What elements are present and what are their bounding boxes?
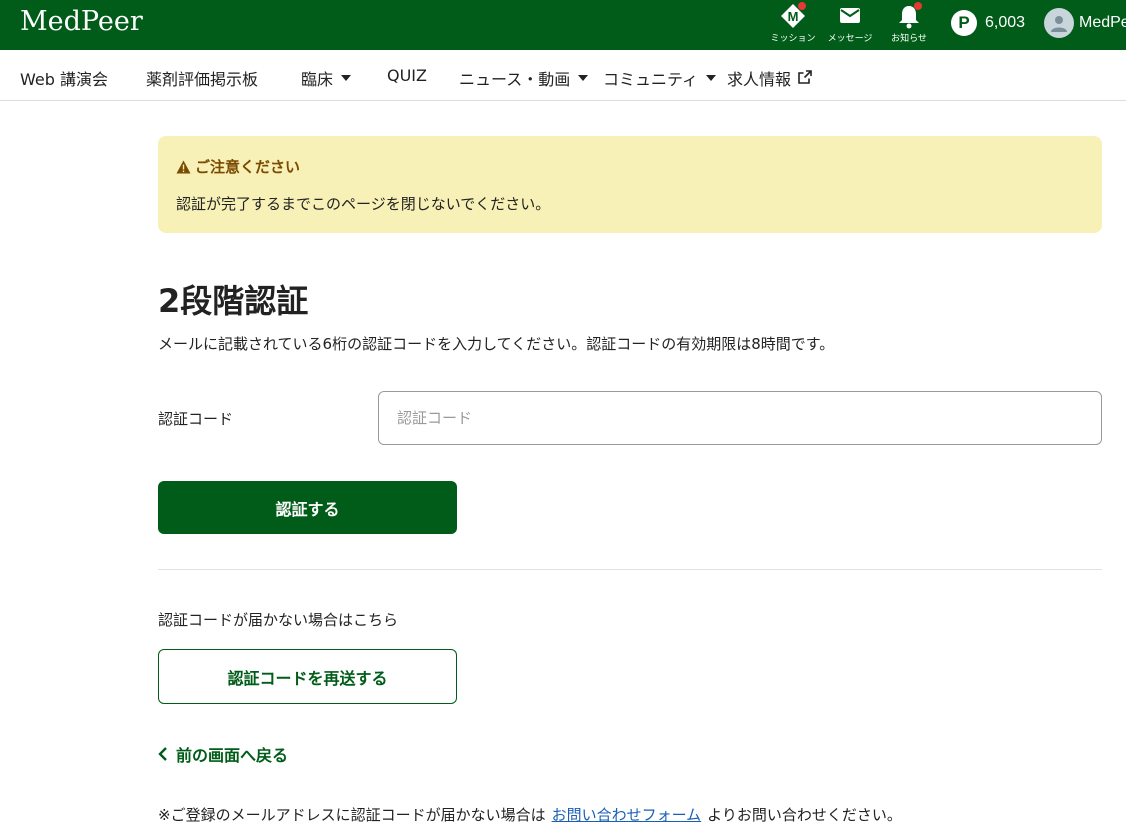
code-input[interactable] — [378, 391, 1102, 445]
contact-form-link[interactable]: お問い合わせフォーム — [552, 806, 702, 824]
caret-down-icon — [578, 75, 589, 81]
notice-body: 認証が完了するまでこのページを閉じないでください。 — [176, 195, 551, 213]
back-link-label: 前の画面へ戻る — [176, 746, 289, 765]
page-description: メールに記載されている6桁の認証コードを入力してください。認証コードの有効期限は… — [158, 335, 835, 353]
nav-item-clinical[interactable]: 臨床 — [301, 66, 352, 90]
mission-badge — [798, 2, 806, 10]
divider — [158, 569, 1102, 570]
nav-item-label: 求人情報 — [727, 70, 792, 89]
nav-item-news[interactable]: ニュース・動画 — [459, 66, 589, 90]
nav-item-jobs[interactable]: 求人情報 — [727, 66, 812, 90]
contact-note: ※ご登録のメールアドレスに認証コードが届かない場合は お問い合わせフォーム よりお問… — [158, 804, 902, 825]
points-display[interactable]: P 6,003 — [951, 10, 1025, 36]
nav-item-label: コミュニティ — [603, 70, 699, 89]
contact-note-suffix: よりお問い合わせください。 — [707, 806, 902, 824]
top-header: MedPeer M ミッション メッセージ お知らせ P 6,003 MedPe — [0, 0, 1126, 50]
message-label: メッセージ — [827, 34, 873, 44]
resend-note: 認証コードが届かない場合はこちら — [158, 611, 399, 629]
user-name: MedPeer — [1079, 14, 1126, 31]
notification-badge — [914, 2, 922, 10]
svg-text:M: M — [788, 9, 799, 24]
mission-label: ミッション — [770, 34, 816, 44]
chevron-left-icon — [158, 747, 167, 761]
notice-title: ご注意ください — [176, 156, 300, 177]
message-button[interactable]: メッセージ — [820, 3, 880, 44]
back-link[interactable]: 前の画面へ戻る — [158, 742, 288, 766]
caret-down-icon — [341, 75, 352, 81]
code-label: 認証コード — [158, 410, 234, 428]
points-value: 6,003 — [985, 14, 1026, 31]
nav-item-label: 臨床 — [301, 70, 334, 89]
contact-note-prefix: ※ご登録のメールアドレスに認証コードが届かない場合は — [158, 806, 546, 824]
nav-item-web-lecture[interactable]: Web 講演会 — [20, 66, 108, 90]
nav-item-drug-review[interactable]: 薬剤評価掲示板 — [146, 66, 258, 90]
verify-button[interactable]: 認証する — [158, 481, 457, 534]
mission-button[interactable]: M ミッション — [763, 2, 823, 44]
warning-notice: ご注意ください 認証が完了するまでこのページを閉じないでください。 — [158, 136, 1102, 233]
mail-icon — [837, 3, 863, 29]
nav-item-label: QUIZ — [387, 66, 427, 85]
caret-down-icon — [706, 75, 717, 81]
avatar — [1044, 8, 1074, 38]
bell-icon — [896, 2, 922, 29]
main-nav: Web 講演会 薬剤評価掲示板 臨床 QUIZ ニュース・動画 コミュニティ 求… — [0, 50, 1126, 101]
page-title: 2段階認証 — [158, 282, 309, 320]
notice-title-text: ご注意ください — [195, 158, 301, 176]
nav-item-label: 薬剤評価掲示板 — [146, 70, 259, 89]
user-menu[interactable]: MedPeer — [1044, 8, 1126, 38]
notification-button[interactable]: お知らせ — [879, 2, 939, 44]
nav-item-label: Web 講演会 — [20, 70, 108, 89]
nav-item-quiz[interactable]: QUIZ — [387, 66, 427, 85]
nav-item-community[interactable]: コミュニティ — [603, 66, 717, 90]
nav-item-label: ニュース・動画 — [459, 70, 571, 89]
mission-icon: M — [780, 2, 806, 29]
resend-button[interactable]: 認証コードを再送する — [158, 649, 457, 704]
logo[interactable]: MedPeer — [20, 6, 143, 37]
points-icon: P — [951, 10, 977, 36]
warning-icon — [176, 160, 191, 173]
external-link-icon — [798, 69, 812, 88]
notification-label: お知らせ — [891, 34, 927, 44]
